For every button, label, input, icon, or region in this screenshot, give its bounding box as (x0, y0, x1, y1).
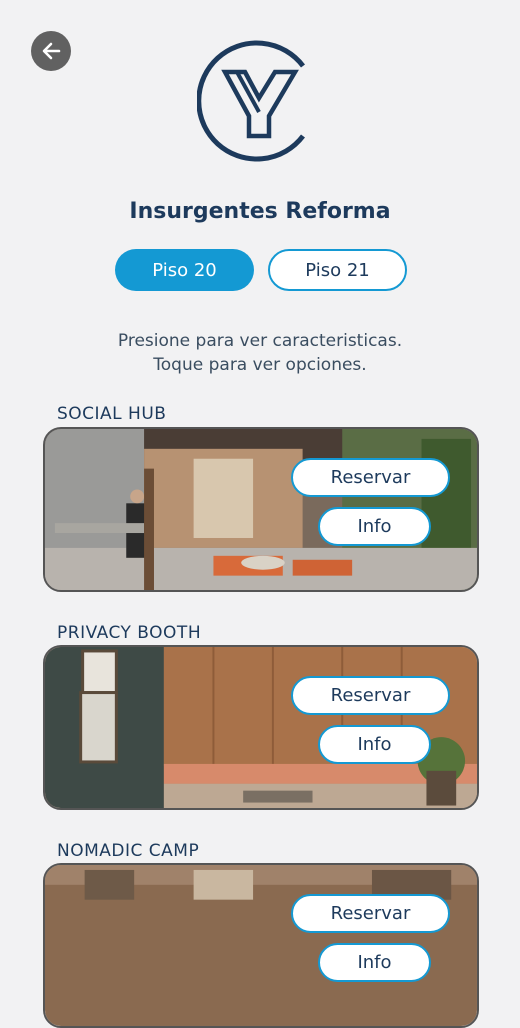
space-card-nomadic-camp[interactable]: Reservar Info (43, 863, 479, 1028)
building-logo-icon (197, 40, 305, 162)
arrow-left-icon (42, 42, 61, 60)
tab-piso-21[interactable]: Piso 21 (268, 249, 407, 291)
page-title: Insurgentes Reforma (129, 199, 391, 224)
space-card-social-hub[interactable]: Reservar Info (43, 427, 479, 592)
back-button[interactable] (31, 31, 71, 71)
info-button-social-hub[interactable]: Info (318, 507, 431, 546)
space-title-nomadic-camp: NOMADIC CAMP (57, 841, 200, 861)
info-button-privacy-booth[interactable]: Info (318, 725, 431, 764)
tab-piso-20[interactable]: Piso 20 (115, 249, 254, 291)
instructions-line-1: Presione para ver caracteristicas. (117, 331, 403, 351)
reserve-button-social-hub[interactable]: Reservar (291, 458, 450, 497)
space-title-privacy-booth: PRIVACY BOOTH (57, 623, 202, 643)
instructions: Presione para ver caracteristicas. Toque… (0, 329, 520, 377)
instructions-line-2: Toque para ver opciones. (153, 355, 367, 375)
space-title-social-hub: SOCIAL HUB (57, 404, 167, 424)
reserve-button-privacy-booth[interactable]: Reservar (291, 676, 450, 715)
info-button-nomadic-camp[interactable]: Info (318, 943, 431, 982)
space-card-privacy-booth[interactable]: Reservar Info (43, 645, 479, 810)
